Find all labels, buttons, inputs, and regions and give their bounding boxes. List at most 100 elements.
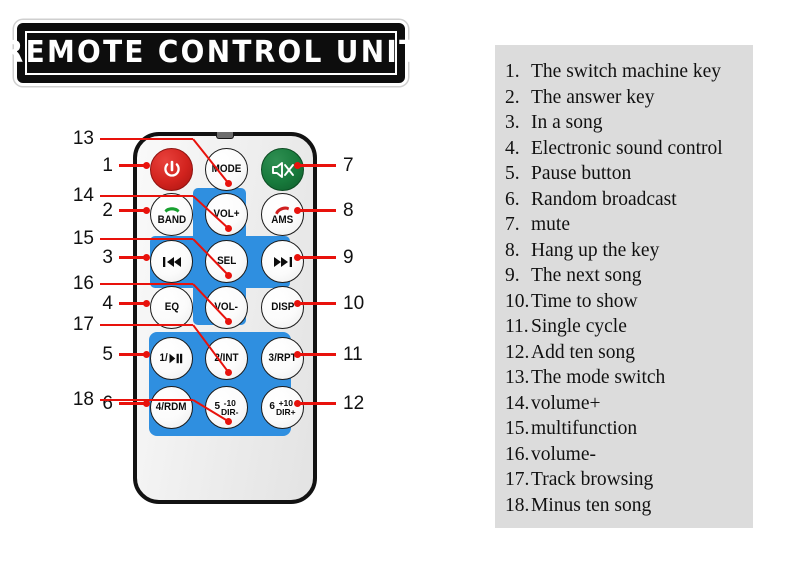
next-track-button[interactable] (261, 240, 304, 283)
legend-item-label: Electronic sound control (531, 137, 723, 159)
callout-dot-11 (294, 351, 301, 358)
legend-item: 3. In a song (505, 110, 747, 136)
legend-item-number: 11. (505, 316, 529, 337)
callout-number-2: 2 (102, 199, 113, 221)
legend-item-label: Time to show (531, 290, 638, 312)
legend-item: 6. Random broadcast (505, 187, 747, 213)
callout-dot-3 (143, 254, 150, 261)
legend-item-number: 14. (505, 392, 530, 414)
legend-item-number: 10. (505, 290, 530, 312)
callout-dot-5 (143, 351, 150, 358)
legend-item: 13. The mode switch (505, 365, 747, 391)
legend-item: 16. volume- (505, 442, 747, 468)
legend-item-label: Add ten song (531, 341, 635, 363)
callout-dot-7 (294, 162, 301, 169)
legend-item: 1. The switch machine key (505, 59, 747, 85)
repeat-button[interactable]: 3/RPT (261, 337, 304, 380)
random-button[interactable]: 4/RDM (150, 386, 193, 429)
pause-button[interactable]: 1/ (150, 337, 193, 380)
leader-line-9 (297, 256, 336, 259)
repeat-button-label: 3/RPT (268, 351, 297, 364)
legend-item-number: 1. (505, 61, 520, 82)
leader-line-16-h (100, 282, 193, 286)
leader-line-8 (297, 209, 336, 212)
callout-number-17: 17 (72, 314, 94, 335)
legend-item-label: Random broadcast (531, 188, 677, 210)
legend-item-label: volume- (531, 443, 596, 465)
eq-button[interactable]: EQ (150, 286, 193, 329)
legend-item: 4. Electronic sound control (505, 136, 747, 162)
legend-panel: 1. The switch machine key 2. The answer key… (495, 45, 753, 528)
callout-dot-18 (225, 418, 232, 425)
callout-number-11: 11 (343, 343, 363, 365)
legend-item-label: The mode switch (531, 367, 666, 388)
legend-item-number: 18. (505, 494, 530, 516)
callout-number-6: 6 (102, 392, 113, 414)
legend-item-number: 5. (505, 163, 520, 184)
legend-item-number: 12. (505, 341, 530, 363)
ams-button[interactable]: AMS (261, 193, 304, 236)
disp-button-label: DISP (270, 300, 295, 313)
callout-number-4: 4 (102, 292, 113, 314)
power-icon (160, 158, 184, 182)
ams-button-label: AMS (271, 213, 294, 226)
speaker-mute-icon (270, 160, 296, 180)
band-button[interactable]: BAND (150, 193, 193, 236)
legend-item: 17. Track browsing (505, 467, 747, 493)
legend-item-number: 2. (505, 86, 520, 108)
mute-button[interactable] (261, 148, 304, 191)
leader-line-17-h (100, 323, 193, 327)
legend-item: 10. Time to show (505, 289, 747, 315)
callout-dot-10 (294, 300, 301, 307)
callout-dot-4 (143, 300, 150, 307)
legend-item: 5. Pause button (505, 161, 747, 187)
callout-number-12: 12 (343, 392, 365, 414)
legend-item-number: 8. (505, 239, 520, 261)
disp-button[interactable]: DISP (261, 286, 304, 329)
leader-line-12 (297, 402, 336, 405)
pause-button-label: 1/ (159, 351, 168, 364)
legend-item-label: The switch machine key (531, 61, 722, 82)
legend-item-label: In a song (531, 112, 603, 133)
title-banner-inner-frame: REMOTE CONTROL UNIT (2, 30, 418, 76)
callout-number-16: 16 (72, 273, 94, 294)
previous-track-button[interactable] (150, 240, 193, 283)
legend-item-label: Pause button (531, 163, 632, 184)
random-button-label: 4/RDM (156, 400, 187, 413)
minus-ten-line2: DIR- (221, 406, 239, 417)
legend-item: 11. Single cycle (505, 314, 747, 340)
leader-line-7 (297, 164, 336, 167)
leader-line-11 (297, 353, 336, 356)
leader-line-10 (297, 302, 336, 305)
page-title: REMOTE CONTROL UNIT (1, 35, 421, 71)
callout-dot-14 (225, 225, 232, 232)
legend-item-number: 6. (505, 188, 520, 210)
title-banner: REMOTE CONTROL UNIT (2, 20, 418, 86)
callout-number-10: 10 (343, 292, 365, 314)
leader-line-18-h (100, 398, 193, 402)
legend-item-number: 13. (505, 367, 530, 388)
callout-number-9: 9 (343, 246, 354, 268)
callout-dot-12 (294, 400, 301, 407)
legend-item: 12. Add ten song (505, 340, 747, 366)
legend-list: 1. The switch machine key 2. The answer key… (505, 59, 747, 518)
legend-item-label: Minus ten song (531, 494, 652, 516)
callout-dot-2 (143, 207, 150, 214)
legend-item-label: mute (531, 214, 570, 235)
legend-item-number: 9. (505, 265, 520, 286)
power-button[interactable] (150, 148, 193, 191)
legend-item-label: Hang up the key (531, 239, 660, 261)
legend-item-number: 4. (505, 137, 520, 159)
next-track-icon (272, 255, 294, 269)
pause-play-icon (169, 353, 184, 364)
callout-number-15: 15 (72, 228, 94, 249)
callout-number-8: 8 (343, 199, 354, 221)
callout-number-18: 18 (72, 389, 94, 410)
legend-item-label: Single cycle (531, 316, 627, 337)
plus-ten-button[interactable]: 6 +10 DIR+ (261, 386, 304, 429)
callout-dot-17 (225, 369, 232, 376)
legend-item-number: 17. (505, 469, 530, 490)
callout-dot-13 (225, 180, 232, 187)
legend-item-label: The next song (531, 265, 642, 286)
legend-item-number: 15. (505, 418, 530, 439)
